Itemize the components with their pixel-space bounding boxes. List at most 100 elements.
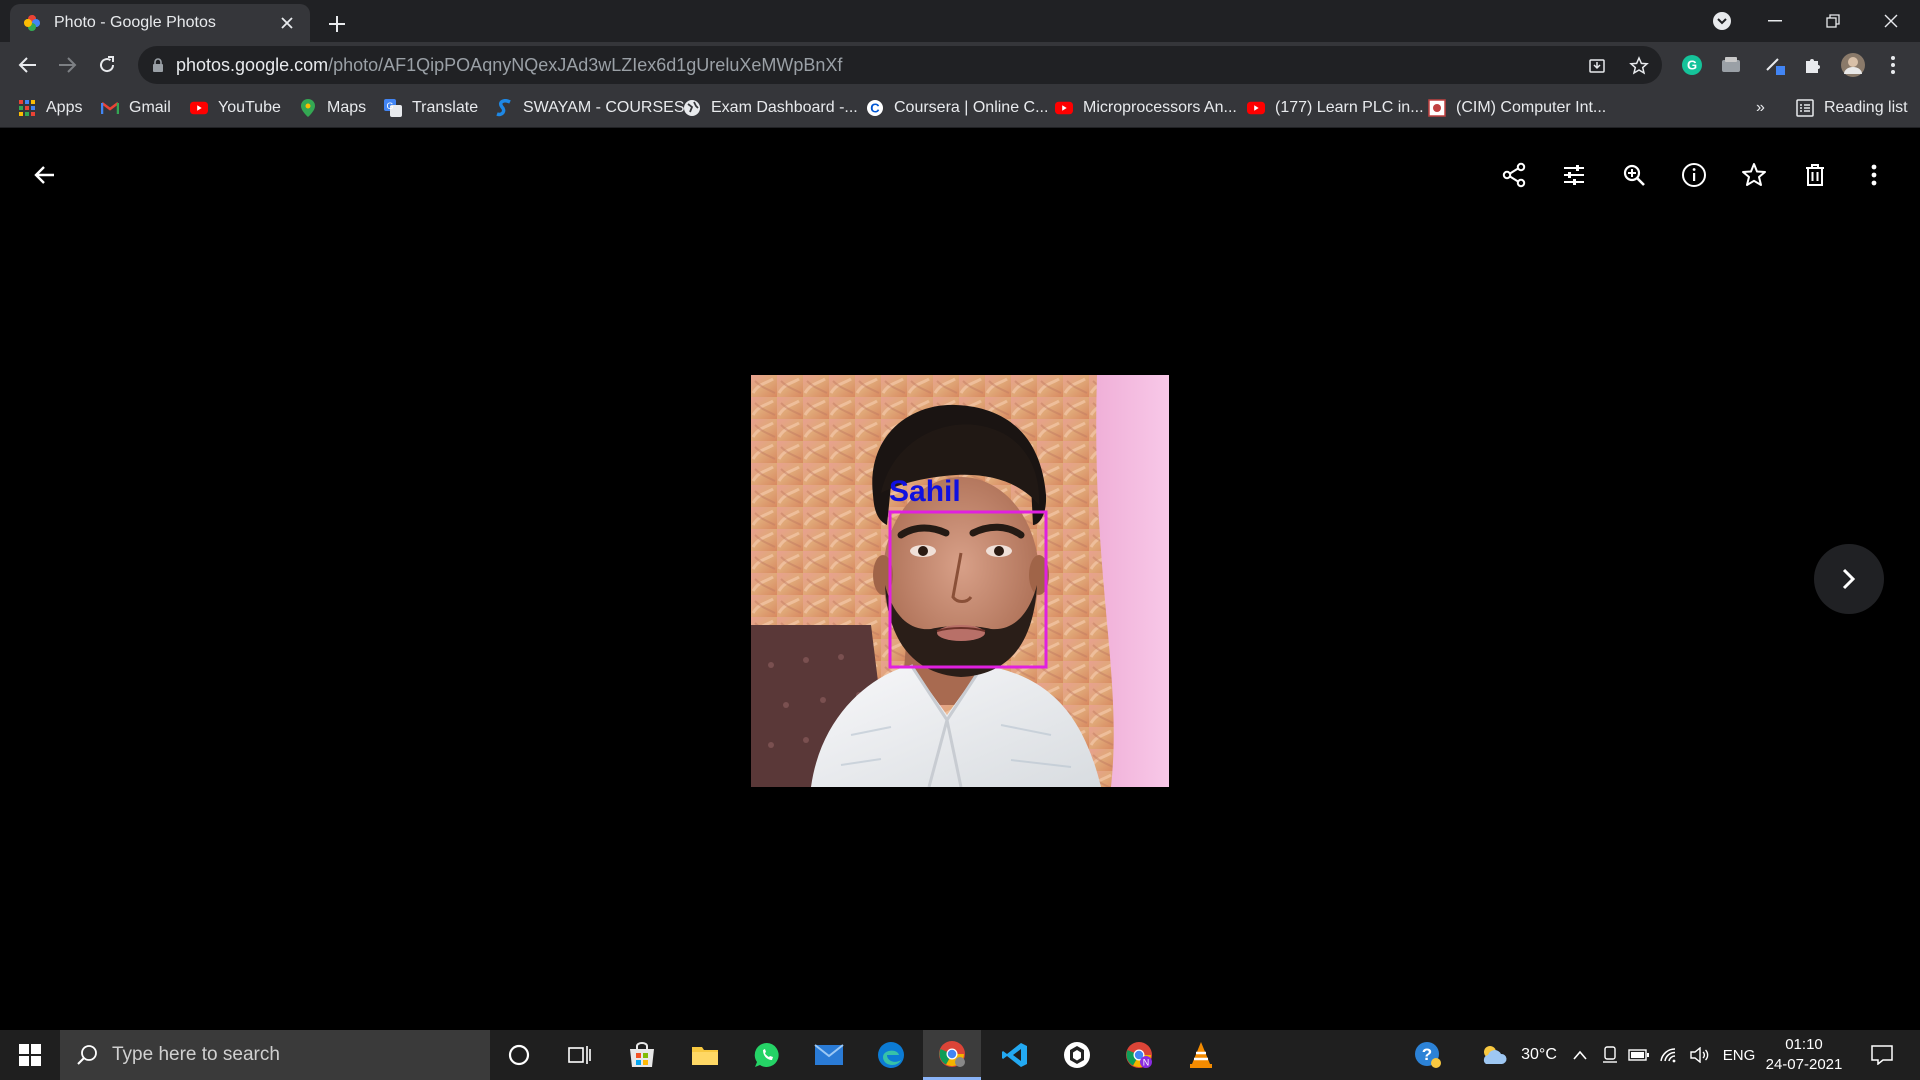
bookmark-swayam[interactable]: SWAYAM - COURSES — [495, 96, 685, 120]
new-tab-plus-icon[interactable] — [322, 9, 352, 39]
photo-image[interactable]: Sahil — [751, 375, 1169, 787]
tab-title: Photo - Google Photos — [54, 14, 216, 31]
info-icon[interactable] — [1672, 153, 1716, 197]
forward-icon[interactable] — [51, 49, 83, 81]
vscode-icon[interactable] — [986, 1030, 1044, 1080]
battery-icon[interactable] — [1626, 1030, 1652, 1080]
bookmark-label: Gmail — [129, 99, 171, 116]
bookmark-label: Apps — [46, 99, 83, 116]
bookmark-label: Coursera | Online C... — [894, 99, 1049, 116]
coursera-icon: C — [866, 99, 884, 117]
close-window-icon[interactable] — [1868, 0, 1914, 42]
tab-search-icon[interactable] — [1706, 0, 1738, 42]
bookmark-apps[interactable]: Apps — [18, 96, 82, 120]
edge-browser-icon[interactable] — [862, 1030, 920, 1080]
minimize-icon[interactable] — [1752, 0, 1798, 42]
cortana-icon[interactable] — [490, 1030, 548, 1080]
help-question-icon[interactable]: ? — [1410, 1030, 1446, 1080]
bookmark-label: Maps — [327, 99, 367, 116]
bookmark-label: (177) Learn PLC in... — [1275, 99, 1424, 116]
edit-adjust-icon[interactable] — [1552, 153, 1596, 197]
wifi-icon[interactable] — [1656, 1030, 1682, 1080]
page-icon — [1428, 99, 1446, 117]
svg-text:?: ? — [1422, 1045, 1432, 1064]
chrome-menu-icon[interactable] — [1880, 52, 1906, 78]
back-arrow-icon[interactable] — [23, 153, 67, 197]
svg-text:G: G — [1687, 58, 1697, 73]
address-bar[interactable]: photos.google.com/photo/AF1QipPOAqnyNQex… — [138, 46, 1662, 84]
back-icon[interactable] — [12, 49, 44, 81]
whatsapp-icon[interactable] — [738, 1030, 796, 1080]
extension-tabs-icon[interactable] — [1718, 52, 1744, 78]
clock-date: 24-07-2021 — [1765, 1056, 1843, 1073]
browser-tab-active[interactable]: Photo - Google Photos — [10, 4, 310, 42]
bookmark-label: Exam Dashboard -... — [711, 99, 858, 116]
app-hex-icon[interactable] — [1048, 1030, 1106, 1080]
vlc-icon[interactable] — [1172, 1030, 1230, 1080]
reload-icon[interactable] — [91, 49, 123, 81]
bookmarks-overflow-chevron[interactable]: » — [1756, 96, 1765, 120]
close-tab-icon[interactable] — [276, 12, 298, 34]
face-label: Sahil — [889, 475, 961, 508]
reading-list-icon — [1796, 99, 1814, 117]
bookmark-label: (CIM) Computer Int... — [1456, 99, 1607, 116]
weather-cloud-icon[interactable] — [1474, 1030, 1514, 1080]
extension-pen-icon[interactable] — [1762, 52, 1788, 78]
bookmark-cim-computer[interactable]: (CIM) Computer Int... — [1428, 96, 1606, 120]
bookmark-star-icon[interactable] — [1628, 55, 1650, 77]
bookmark-translate[interactable]: G Translate — [384, 96, 478, 120]
lock-icon[interactable] — [152, 58, 164, 72]
translate-icon: G — [384, 99, 402, 117]
browser-toolbar: photos.google.com/photo/AF1QipPOAqnyNQex… — [0, 42, 1920, 88]
microsoft-store-icon[interactable] — [613, 1030, 671, 1080]
bookmark-exam-dashboard[interactable]: Exam Dashboard -... — [683, 96, 858, 120]
grammarly-extension-icon[interactable]: G — [1679, 52, 1705, 78]
chrome-profile-icon[interactable]: N — [1110, 1030, 1168, 1080]
extensions-puzzle-icon[interactable] — [1800, 52, 1826, 78]
bookmark-microprocessors[interactable]: Microprocessors An... — [1055, 96, 1237, 120]
weather-temperature[interactable]: 30°C — [1514, 1030, 1564, 1080]
bookmark-gmail[interactable]: Gmail — [101, 96, 171, 120]
more-options-icon[interactable] — [1852, 153, 1896, 197]
windows-start-icon[interactable] — [0, 1030, 60, 1080]
task-view-icon[interactable] — [551, 1030, 609, 1080]
svg-text:C: C — [870, 101, 880, 116]
chevron-right-icon — [1842, 568, 1856, 590]
device-meeting-icon[interactable] — [1598, 1030, 1622, 1080]
install-app-icon[interactable] — [1586, 55, 1608, 77]
taskbar-search-box[interactable]: Type here to search — [60, 1030, 490, 1080]
chrome-taskbar-icon[interactable] — [923, 1030, 981, 1080]
volume-icon[interactable] — [1686, 1030, 1714, 1080]
bookmark-label: Translate — [412, 99, 479, 116]
mail-icon[interactable] — [800, 1030, 858, 1080]
url-text[interactable]: photos.google.com/photo/AF1QipPOAqnyNQex… — [176, 55, 842, 76]
reading-list-label: Reading list — [1824, 99, 1908, 116]
youtube-icon — [190, 99, 208, 117]
windows-taskbar: Type here to search N ? 30°C ENG 01:10 2… — [0, 1030, 1920, 1080]
delete-trash-icon[interactable] — [1793, 153, 1837, 197]
taskbar-clock[interactable]: 01:10 24-07-2021 — [1764, 1035, 1844, 1075]
bookmark-youtube[interactable]: YouTube — [190, 96, 281, 120]
profile-avatar[interactable] — [1840, 52, 1866, 78]
clock-time: 01:10 — [1785, 1036, 1823, 1053]
tab-strip: Photo - Google Photos — [0, 0, 1920, 42]
maps-icon — [299, 99, 317, 117]
bookmark-maps[interactable]: Maps — [299, 96, 366, 120]
notifications-icon[interactable] — [1862, 1030, 1902, 1080]
photo-viewer: Sahil — [0, 128, 1920, 1030]
zoom-in-icon[interactable] — [1612, 153, 1656, 197]
input-language[interactable]: ENG — [1718, 1030, 1760, 1080]
taskbar-search-placeholder: Type here to search — [112, 1044, 280, 1065]
reading-list-button[interactable]: Reading list — [1796, 96, 1908, 120]
restore-icon[interactable] — [1810, 0, 1856, 42]
bookmark-learn-plc[interactable]: (177) Learn PLC in... — [1247, 96, 1424, 120]
next-photo-button[interactable] — [1814, 544, 1884, 614]
favorite-star-icon[interactable] — [1732, 153, 1776, 197]
bookmark-coursera[interactable]: C Coursera | Online C... — [866, 96, 1048, 120]
gmail-icon — [101, 99, 119, 117]
chevron-up-icon[interactable] — [1568, 1030, 1592, 1080]
share-icon[interactable] — [1492, 153, 1536, 197]
bookmark-label: YouTube — [218, 99, 281, 116]
file-explorer-icon[interactable] — [676, 1030, 734, 1080]
url-host: photos.google.com — [176, 54, 329, 75]
